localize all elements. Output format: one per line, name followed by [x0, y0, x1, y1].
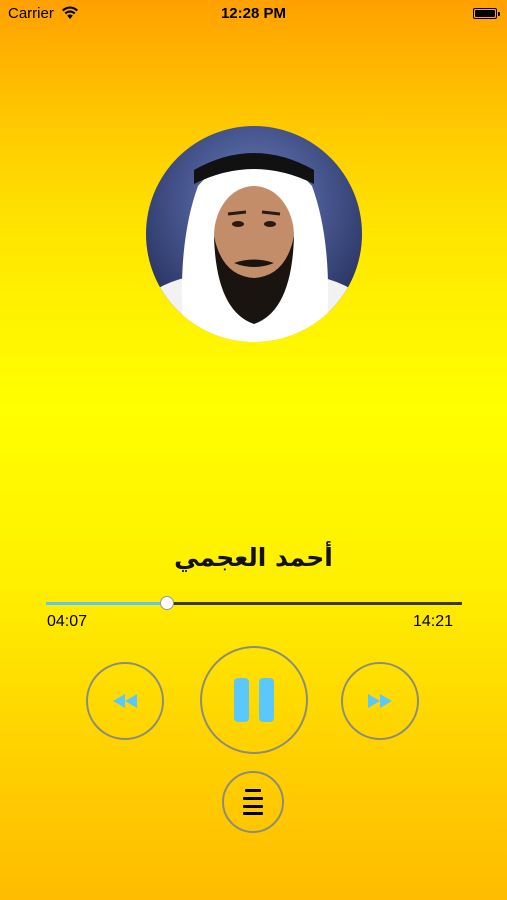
- progress-fill: [46, 602, 167, 605]
- total-time: 14:21: [413, 613, 454, 630]
- rewind-icon: [113, 694, 137, 708]
- play-pause-button[interactable]: [200, 646, 308, 754]
- fast-forward-button[interactable]: [341, 662, 419, 740]
- reciter-name: أحمد العجمي: [174, 543, 333, 572]
- reciter-photo: [146, 126, 362, 342]
- list-icon: [243, 789, 263, 815]
- pause-icon: [234, 678, 274, 722]
- status-time: 12:28 PM: [220, 5, 287, 22]
- reciter-avatar: [146, 126, 362, 342]
- progress-knob[interactable]: [159, 596, 174, 610]
- rewind-button[interactable]: [86, 662, 164, 740]
- playlist-button[interactable]: [222, 771, 284, 833]
- battery-icon: [473, 8, 500, 19]
- battery-level: [475, 10, 495, 17]
- fast-forward-icon: [368, 694, 392, 708]
- progress-slider[interactable]: [46, 596, 462, 610]
- status-bar: Carrier 12:28 PM: [0, 0, 507, 28]
- elapsed-time: 04:07: [47, 613, 88, 630]
